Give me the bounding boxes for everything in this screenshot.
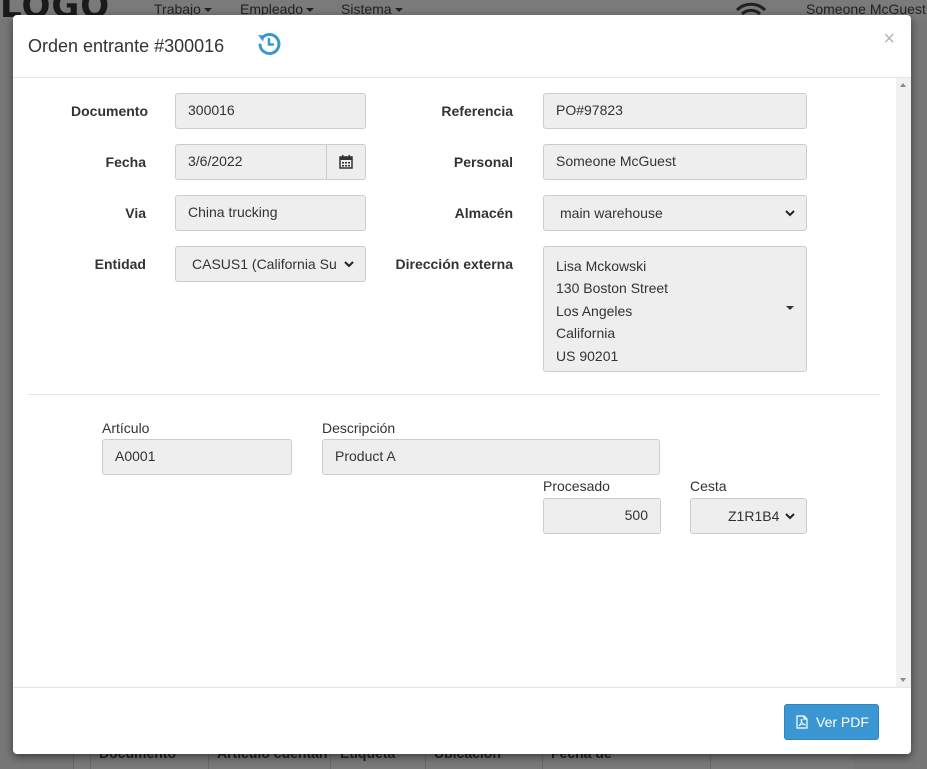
close-button[interactable]: × — [883, 29, 895, 49]
modal-title: Orden entrante #300016 — [28, 36, 225, 56]
wifi-icon — [735, 2, 767, 16]
chevron-down-icon — [785, 210, 795, 217]
direccion-externa-field[interactable]: Lisa Mckowski 130 Boston Street Los Ange… — [543, 246, 807, 372]
documento-field[interactable]: 300016 — [175, 93, 366, 129]
view-pdf-label: Ver PDF — [816, 714, 869, 730]
articulo-field[interactable]: A0001 — [102, 439, 292, 475]
articulo-label: Artículo — [102, 420, 150, 436]
modal-header: Orden entrante #300016 × — [13, 15, 911, 78]
address-line: California — [556, 325, 616, 342]
cesta-label: Cesta — [690, 478, 727, 494]
chevron-down-icon — [344, 261, 354, 268]
pdf-file-icon — [796, 715, 808, 729]
procesado-field[interactable]: 500 — [543, 498, 661, 534]
order-modal: Orden entrante #300016 × Documento 30001… — [13, 15, 911, 754]
address-line: Lisa Mckowski — [556, 258, 647, 274]
scroll-up-icon[interactable] — [900, 83, 906, 87]
entidad-value: CASUS1 (California Sup — [192, 256, 337, 272]
history-icon[interactable] — [256, 31, 282, 57]
caret-down-icon — [394, 8, 403, 13]
address-line: 130 Boston Street — [556, 280, 669, 297]
divider — [28, 394, 880, 395]
view-pdf-button[interactable]: Ver PDF — [784, 704, 879, 740]
entidad-select[interactable]: CASUS1 (California Sup — [175, 246, 366, 282]
personal-label: Personal — [453, 154, 513, 170]
referencia-field[interactable]: PO#97823 — [543, 93, 807, 129]
via-field[interactable]: China trucking — [175, 195, 366, 231]
modal-body: Documento 300016 Fecha 3/6/2022 Via Chin… — [13, 78, 911, 687]
cesta-value: Z1R1B4 — [728, 508, 780, 524]
caret-down-icon — [306, 8, 315, 13]
entidad-label: Entidad — [94, 256, 146, 272]
fecha-field[interactable]: 3/6/2022 — [175, 144, 328, 180]
descripcion-field[interactable]: Product A — [322, 439, 660, 475]
almacen-label: Almacén — [454, 205, 513, 221]
personal-field[interactable]: Someone McGuest — [543, 144, 807, 180]
caret-down-icon — [786, 306, 794, 310]
documento-label: Documento — [71, 103, 148, 119]
almacen-select[interactable]: main warehouse — [543, 195, 807, 231]
direccion-label: Dirección externa — [395, 256, 514, 272]
caret-down-icon — [203, 8, 212, 13]
calendar-button[interactable] — [326, 144, 366, 180]
modal-footer: Ver PDF — [13, 687, 911, 754]
cesta-select[interactable]: Z1R1B4 — [690, 498, 807, 534]
almacen-value: main warehouse — [560, 205, 663, 221]
scroll-down-icon[interactable] — [900, 678, 906, 682]
procesado-label: Procesado — [543, 478, 610, 494]
address-line: Los Angeles — [556, 302, 633, 319]
scrollbar[interactable] — [896, 78, 911, 687]
chevron-down-icon — [785, 513, 795, 520]
fecha-label: Fecha — [105, 154, 146, 170]
descripcion-label: Descripción — [322, 420, 396, 436]
referencia-label: Referencia — [441, 103, 513, 119]
address-line: US 90201 — [556, 347, 619, 364]
via-label: Via — [125, 205, 146, 221]
calendar-icon — [339, 155, 353, 169]
